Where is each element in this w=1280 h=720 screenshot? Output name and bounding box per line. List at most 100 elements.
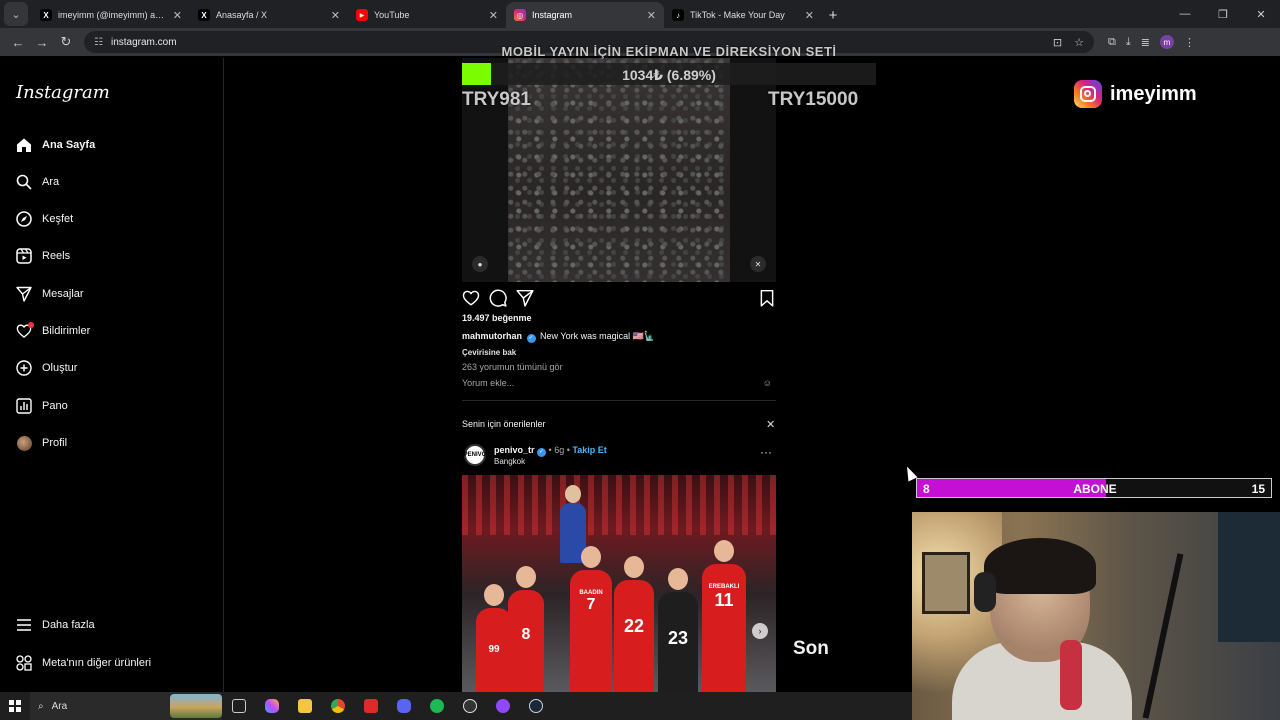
minimize-button[interactable]: — — [1166, 0, 1204, 28]
add-comment-field[interactable]: Yorum ekle... ☺ — [462, 378, 776, 388]
new-tab-button[interactable]: + — [822, 4, 844, 26]
sidebar-item-explore[interactable]: Keşfet — [16, 211, 73, 227]
sidebar-item-meta-products[interactable]: Meta'nın diğer ürünleri — [16, 655, 151, 671]
search-icon — [16, 174, 32, 190]
copilot-icon[interactable] — [255, 692, 288, 720]
x-icon: X — [40, 9, 52, 21]
sidebar-item-label: Keşfet — [42, 213, 74, 225]
sidebar-item-reels[interactable]: Reels — [16, 248, 70, 264]
follow-button[interactable]: Takip Et — [572, 445, 606, 455]
profile-avatar-icon[interactable]: m — [1159, 35, 1174, 49]
sidebar-item-label: Bildirimler — [42, 325, 91, 337]
menu-icon — [16, 617, 32, 633]
tab-x-profile[interactable]: X imeyimm (@imeyimm) adlı kişi ✕ — [32, 2, 190, 28]
share-icon[interactable] — [516, 289, 534, 307]
jersey-number: 7 — [586, 596, 596, 613]
post-time: 6g — [554, 445, 565, 455]
player-figure: 23 — [658, 568, 698, 692]
close-window-button[interactable]: ✕ — [1242, 0, 1280, 28]
tab-search-button[interactable]: ⌄ — [4, 2, 28, 26]
mute-icon[interactable]: ✕ — [750, 256, 766, 272]
verified-badge-icon: ✓ — [526, 334, 536, 343]
media-control-icon[interactable]: ≣ — [1141, 36, 1150, 49]
tab-x-home[interactable]: X Anasayfa / X ✕ — [190, 2, 348, 28]
save-bookmark-icon[interactable] — [758, 289, 776, 307]
instagram-icon: ◎ — [514, 9, 526, 21]
carousel-next-icon[interactable]: › — [752, 623, 768, 639]
tab-instagram[interactable]: ◎ Instagram ✕ — [506, 2, 664, 28]
extensions-icon[interactable]: ⧉ — [1108, 36, 1116, 49]
reload-button[interactable]: ↻ — [54, 30, 78, 54]
emoji-icon[interactable]: ☺ — [763, 378, 772, 388]
windows-taskbar: ⌕ Ara — [0, 692, 912, 720]
suggested-avatar[interactable]: PENIVO — [464, 444, 486, 466]
close-icon[interactable]: ✕ — [173, 9, 182, 22]
back-button[interactable]: ← — [6, 30, 30, 54]
stream-caption: Son — [793, 638, 829, 659]
tab-tiktok[interactable]: ♪ TikTok - Make Your Day ✕ — [664, 2, 822, 28]
close-icon[interactable]: ✕ — [331, 9, 340, 22]
jersey-number: 99 — [488, 644, 500, 655]
restore-button[interactable]: ❐ — [1204, 0, 1242, 28]
player-figure: EREBAKLI 11 — [702, 540, 746, 692]
task-view-button[interactable] — [222, 692, 255, 720]
install-app-icon[interactable]: ⊡ — [1053, 36, 1062, 49]
browser-menu-icon[interactable]: ⋮ — [1184, 36, 1195, 49]
view-comments-link[interactable]: 263 yorumun tümünü gör — [462, 362, 563, 372]
download-icon[interactable]: ⤓ — [1126, 36, 1131, 49]
sidebar-item-label: Ana Sayfa — [42, 139, 96, 151]
close-icon[interactable]: ✕ — [766, 418, 775, 431]
steam-icon[interactable] — [519, 692, 552, 720]
suggested-username[interactable]: penivo_tr — [494, 445, 535, 455]
player-figure: BAADIN 7 — [570, 546, 612, 692]
like-count[interactable]: 19.497 beğenme — [462, 313, 532, 323]
sidebar-item-notifications[interactable]: Bildirimler — [16, 322, 91, 339]
verified-badge-icon: ✓ — [537, 448, 547, 457]
bookmark-star-icon[interactable]: ☆ — [1074, 36, 1084, 49]
sidebar-item-search[interactable]: Ara — [16, 174, 59, 190]
sidebar-item-label: Ara — [42, 176, 60, 188]
start-button[interactable] — [0, 692, 30, 720]
close-icon[interactable]: ✕ — [489, 9, 498, 22]
instagram-logo[interactable]: Instagram — [16, 82, 110, 103]
spotify-icon[interactable] — [420, 692, 453, 720]
search-highlight-image — [170, 694, 222, 718]
sidebar-item-dashboard[interactable]: Pano — [16, 398, 68, 414]
like-heart-icon[interactable] — [462, 289, 480, 307]
compass-icon — [16, 211, 32, 227]
donation-goal-title: MOBİL YAYIN İÇİN EKİPMAN VE DİREKSİYON S… — [501, 44, 837, 59]
sidebar-item-more[interactable]: Daha fazla — [16, 617, 95, 633]
tab-youtube[interactable]: ▶ YouTube ✕ — [348, 2, 506, 28]
suggestions-title: Senin için önerilenler — [462, 419, 546, 429]
chrome-icon[interactable] — [321, 692, 354, 720]
close-icon[interactable]: ✕ — [647, 9, 656, 22]
sidebar-item-label: Meta'nın diğer ürünleri — [42, 657, 152, 669]
comment-icon[interactable] — [489, 289, 507, 307]
site-info-icon[interactable]: ☷ — [94, 37, 103, 48]
taskbar-search-placeholder: Ara — [51, 700, 68, 712]
sidebar-item-home[interactable]: Ana Sayfa — [16, 137, 95, 153]
instagram-sidebar: Instagram Ana Sayfa Ara Keşfet Reels Mes… — [0, 58, 224, 692]
taskbar-search[interactable]: ⌕ Ara — [30, 692, 222, 720]
post-divider — [462, 400, 776, 401]
suggested-post-image[interactable]: 99 8 BAADIN 7 22 23 EREBAKLI 11 › — [462, 475, 776, 692]
grid-icon — [16, 655, 32, 671]
sidebar-item-create[interactable]: Oluştur — [16, 360, 77, 376]
tagged-user-icon[interactable]: ● — [472, 256, 488, 272]
twitch-studio-icon[interactable] — [486, 692, 519, 720]
streamer-hair — [984, 538, 1096, 594]
post-location[interactable]: Bangkok — [494, 457, 525, 466]
sidebar-item-profile[interactable]: Profil — [16, 435, 67, 451]
sidebar-item-messages[interactable]: Mesajlar — [16, 286, 84, 302]
see-translation-link[interactable]: Çevirisine bak — [462, 348, 516, 357]
sidebar-item-label: Daha fazla — [42, 619, 95, 631]
obs-icon[interactable] — [453, 692, 486, 720]
post-username[interactable]: mahmutorhan — [462, 331, 522, 341]
file-explorer-icon[interactable] — [288, 692, 321, 720]
close-icon[interactable]: ✕ — [805, 9, 814, 22]
wps-office-icon[interactable] — [354, 692, 387, 720]
discord-icon[interactable] — [387, 692, 420, 720]
add-comment-placeholder: Yorum ekle... — [462, 378, 515, 388]
forward-button[interactable]: → — [30, 30, 54, 54]
more-options-icon[interactable]: ··· — [760, 445, 772, 459]
